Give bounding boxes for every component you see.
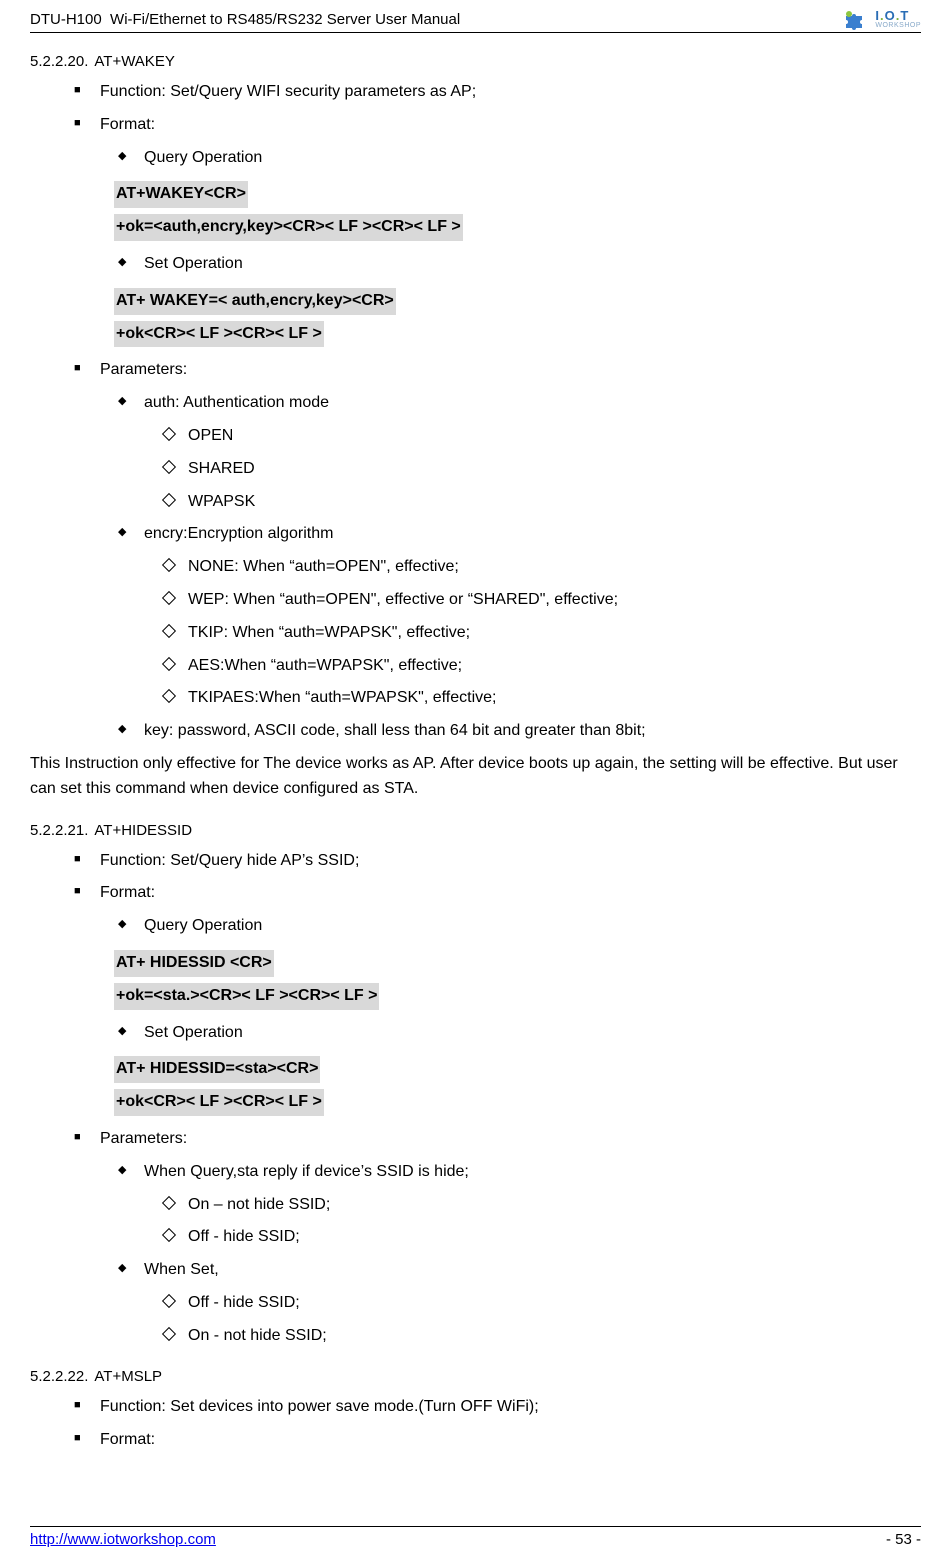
param-set: When Set, Off - hide SSID; On - not hide… — [144, 1258, 921, 1348]
set-op-label: Set Operation — [144, 1021, 921, 1046]
auth-wpapsk: WPAPSK — [188, 490, 921, 515]
code-line: +ok=<sta.><CR>< LF ><CR>< LF > — [114, 983, 379, 1010]
code-line: AT+ HIDESSID=<sta><CR> — [114, 1056, 320, 1083]
param-set-text: When Set, — [144, 1261, 219, 1278]
parameters-label: Parameters: When Query,sta reply if devi… — [100, 1127, 921, 1349]
format-label: Format: — [100, 884, 155, 901]
section-heading-hidessid: 5.2.2.21. AT+HIDESSID — [30, 822, 921, 839]
param-query-text: When Query,sta reply if device’s SSID is… — [144, 1163, 469, 1180]
set-off: Off - hide SSID; — [188, 1291, 921, 1316]
puzzle-icon — [843, 8, 871, 30]
param-encry-text: encry:Encryption algorithm — [144, 525, 333, 542]
code-line: AT+WAKEY<CR> — [114, 181, 248, 208]
code-line: +ok<CR>< LF ><CR>< LF > — [114, 1089, 324, 1116]
query-off: Off - hide SSID; — [188, 1225, 921, 1250]
section-number: 5.2.2.20. — [30, 53, 88, 70]
section-command: AT+HIDESSID — [94, 822, 192, 839]
logo-text-sub: WORKSHOP — [875, 22, 921, 29]
set-op-wrapper: Set Operation — [100, 1021, 921, 1046]
param-encry: encry:Encryption algorithm NONE: When “a… — [144, 522, 921, 711]
section-command: AT+MSLP — [94, 1368, 162, 1385]
code-line: +ok<CR>< LF ><CR>< LF > — [114, 321, 324, 348]
section-number: 5.2.2.22. — [30, 1368, 88, 1385]
code-line: AT+ WAKEY=< auth,encry,key><CR> — [114, 288, 396, 315]
format-line: Format: — [100, 1428, 921, 1453]
enc-tkipaes: TKIPAES:When “auth=WPAPSK", effective; — [188, 686, 921, 711]
page-footer: http://www.iotworkshop.com - 53 - — [30, 1526, 921, 1548]
parameters-label: Parameters: auth: Authentication mode OP… — [100, 358, 921, 744]
set-op-label: Set Operation — [144, 252, 921, 277]
format-line: Format: Query Operation — [100, 881, 921, 939]
parameters-text: Parameters: — [100, 1130, 187, 1147]
footer-link[interactable]: http://www.iotworkshop.com — [30, 1531, 216, 1548]
parameters-text: Parameters: — [100, 361, 187, 378]
page-header: DTU-H100 Wi-Fi/Ethernet to RS485/RS232 S… — [30, 8, 921, 33]
set-op-wrapper: Set Operation — [100, 252, 921, 277]
code-line: +ok=<auth,encry,key><CR>< LF ><CR>< LF > — [114, 214, 463, 241]
set-on: On - not hide SSID; — [188, 1324, 921, 1349]
logo: I.O.T WORKSHOP — [843, 8, 921, 30]
param-auth-text: auth: Authentication mode — [144, 394, 329, 411]
param-key: key: password, ASCII code, shall less th… — [144, 719, 921, 744]
enc-aes: AES:When “auth=WPAPSK", effective; — [188, 654, 921, 679]
query-op-label: Query Operation — [144, 914, 921, 939]
auth-open: OPEN — [188, 424, 921, 449]
section-heading-mslp: 5.2.2.22. AT+MSLP — [30, 1368, 921, 1385]
format-label: Format: — [100, 116, 155, 133]
param-auth: auth: Authentication mode OPEN SHARED WP… — [144, 391, 921, 514]
manual-title: Wi-Fi/Ethernet to RS485/RS232 Server Use… — [110, 11, 460, 28]
section-command: AT+WAKEY — [94, 53, 174, 70]
enc-tkip: TKIP: When “auth=WPAPSK", effective; — [188, 621, 921, 646]
enc-none: NONE: When “auth=OPEN", effective; — [188, 555, 921, 580]
function-line: Function: Set/Query WIFI security parame… — [100, 80, 921, 105]
param-query: When Query,sta reply if device’s SSID is… — [144, 1160, 921, 1250]
note-paragraph: This Instruction only effective for The … — [30, 752, 921, 802]
query-op-label: Query Operation — [144, 146, 921, 171]
enc-wep: WEP: When “auth=OPEN", effective or “SHA… — [188, 588, 921, 613]
query-on: On – not hide SSID; — [188, 1193, 921, 1218]
section-heading-wakey: 5.2.2.20. AT+WAKEY — [30, 53, 921, 70]
function-line: Function: Set/Query hide AP’s SSID; — [100, 849, 921, 874]
header-title: DTU-H100 Wi-Fi/Ethernet to RS485/RS232 S… — [30, 11, 460, 28]
code-line: AT+ HIDESSID <CR> — [114, 950, 274, 977]
logo-text-main: I.O.T — [875, 9, 921, 22]
section-number: 5.2.2.21. — [30, 822, 88, 839]
function-line: Function: Set devices into power save mo… — [100, 1395, 921, 1420]
format-line: Format: Query Operation — [100, 113, 921, 171]
product-code: DTU-H100 — [30, 11, 102, 28]
page-number: - 53 - — [886, 1531, 921, 1548]
auth-shared: SHARED — [188, 457, 921, 482]
